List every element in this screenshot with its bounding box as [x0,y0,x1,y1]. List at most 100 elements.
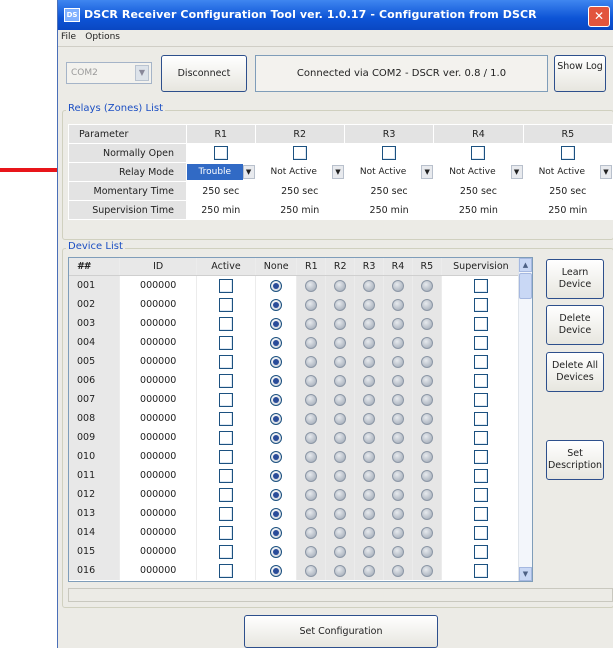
relay-mode-select-r3[interactable]: Not Active ▼ [345,164,434,180]
normally-open-checkbox-r3[interactable] [382,146,397,160]
relay-r4-radio[interactable] [391,450,404,463]
chevron-down-icon[interactable]: ▼ [331,165,344,179]
table-row[interactable]: 011 000000 [69,466,522,485]
device-id[interactable]: 000000 [119,295,197,314]
none-radio[interactable] [270,412,283,425]
table-row[interactable]: 004 000000 [69,333,522,352]
relay-r5-radio[interactable] [420,317,433,330]
device-id[interactable]: 000000 [119,466,197,485]
active-checkbox[interactable] [218,335,233,350]
com-port-select[interactable]: COM2 ▼ [66,62,152,84]
relay-r5-radio[interactable] [420,393,433,406]
relay-r4-radio[interactable] [391,545,404,558]
relay-r3-radio[interactable] [363,469,376,482]
relay-r5-radio[interactable] [420,355,433,368]
table-row[interactable]: 014 000000 [69,523,522,542]
relay-r2-radio[interactable] [334,317,347,330]
relay-r4-radio[interactable] [391,526,404,539]
relay-r3-radio[interactable] [363,545,376,558]
relay-r3-radio[interactable] [363,336,376,349]
set-configuration-button[interactable]: Set Configuration [244,615,438,648]
relay-r4-radio[interactable] [391,336,404,349]
table-row[interactable]: 008 000000 [69,409,522,428]
relay-r2-radio[interactable] [334,545,347,558]
relay-r2-radio[interactable] [334,431,347,444]
scroll-thumb[interactable] [519,273,532,299]
relay-r3-radio[interactable] [363,450,376,463]
supervision-checkbox[interactable] [473,411,488,426]
none-radio[interactable] [270,469,283,482]
chevron-down-icon[interactable]: ▼ [510,165,523,179]
relay-r1-radio[interactable] [305,545,318,558]
relay-r4-radio[interactable] [391,393,404,406]
supervision-checkbox[interactable] [473,449,488,464]
relay-r4-radio[interactable] [391,355,404,368]
relay-r2-radio[interactable] [334,412,347,425]
relay-r3-radio[interactable] [363,374,376,387]
delete-device-button[interactable]: Delete Device [546,305,604,345]
relay-r4-radio[interactable] [391,507,404,520]
relay-r4-radio[interactable] [391,317,404,330]
relay-r2-radio[interactable] [334,507,347,520]
relay-r1-radio[interactable] [305,355,318,368]
device-id[interactable]: 000000 [119,542,197,561]
relay-r5-radio[interactable] [420,526,433,539]
none-radio[interactable] [270,298,283,311]
relay-r3-radio[interactable] [363,317,376,330]
none-radio[interactable] [270,374,283,387]
active-checkbox[interactable] [218,354,233,369]
show-log-button[interactable]: Show Log [554,55,606,92]
table-row[interactable]: 006 000000 [69,371,522,390]
device-id[interactable]: 000000 [119,428,197,447]
relay-r5-radio[interactable] [420,545,433,558]
relay-r1-radio[interactable] [305,469,318,482]
relay-r3-radio[interactable] [363,507,376,520]
normally-open-checkbox-r2[interactable] [292,146,307,160]
close-icon[interactable]: ✕ [588,6,610,27]
relay-r2-radio[interactable] [334,336,347,349]
device-id[interactable]: 000000 [119,504,197,523]
active-checkbox[interactable] [218,430,233,445]
table-row[interactable]: 009 000000 [69,428,522,447]
supervision-checkbox[interactable] [473,563,488,578]
active-checkbox[interactable] [218,411,233,426]
device-id[interactable]: 000000 [119,352,197,371]
relay-r3-radio[interactable] [363,412,376,425]
relay-r2-radio[interactable] [334,488,347,501]
device-id[interactable]: 000000 [119,275,197,295]
momentary-time-r5[interactable]: 250 sec [522,181,613,201]
relay-r1-radio[interactable] [305,279,318,292]
momentary-time-r1[interactable]: 250 sec [186,181,256,201]
relay-r3-radio[interactable] [363,526,376,539]
supervision-checkbox[interactable] [473,468,488,483]
relay-r4-radio[interactable] [391,279,404,292]
relay-r5-radio[interactable] [420,564,433,577]
scroll-up-icon[interactable]: ▲ [519,258,532,272]
supervision-checkbox[interactable] [473,278,488,293]
horizontal-scrollbar[interactable] [68,588,613,602]
device-id[interactable]: 000000 [119,409,197,428]
momentary-time-r2[interactable]: 250 sec [254,181,345,201]
relay-r4-radio[interactable] [391,298,404,311]
supervision-checkbox[interactable] [473,487,488,502]
relay-r5-radio[interactable] [420,336,433,349]
normally-open-checkbox-r5[interactable] [560,146,575,160]
table-row[interactable]: 007 000000 [69,390,522,409]
none-radio[interactable] [270,355,283,368]
momentary-time-r3[interactable]: 250 sec [343,181,435,201]
chevron-down-icon[interactable]: ▼ [600,165,612,179]
active-checkbox[interactable] [218,373,233,388]
none-radio[interactable] [270,488,283,501]
supervision-time-r3[interactable]: 250 min [343,200,435,220]
relay-r3-radio[interactable] [363,431,376,444]
active-checkbox[interactable] [218,316,233,331]
relay-r3-radio[interactable] [363,564,376,577]
supervision-checkbox[interactable] [473,544,488,559]
relay-mode-select-r2[interactable]: Not Active ▼ [256,164,344,180]
normally-open-checkbox-r1[interactable] [213,146,228,160]
none-radio[interactable] [270,336,283,349]
menu-file[interactable]: File [58,30,79,44]
active-checkbox[interactable] [218,563,233,578]
active-checkbox[interactable] [218,278,233,293]
relay-r1-radio[interactable] [305,393,318,406]
